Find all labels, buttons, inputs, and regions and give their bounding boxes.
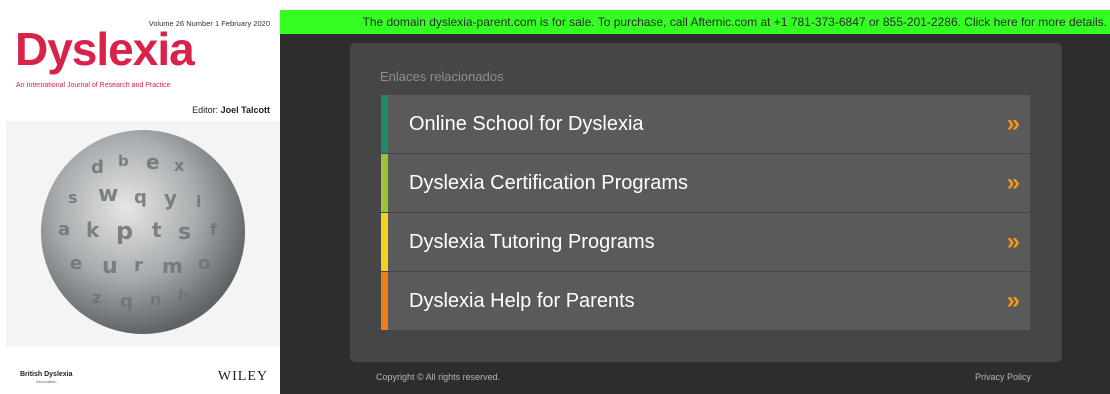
link-accent-bar [381,272,388,330]
svg-text:h: h [178,286,189,305]
related-link-tutoring[interactable]: Dyslexia Tutoring Programs » [381,213,1030,271]
related-link-label[interactable]: Dyslexia Help for Parents [409,272,635,330]
parked-domain-panel: Enlaces relacionados Online School for D… [280,34,1110,394]
related-link-label[interactable]: Dyslexia Certification Programs [409,154,688,212]
svg-text:b: b [118,152,129,170]
svg-text:d: d [91,157,104,178]
svg-text:m: m [162,254,183,278]
related-links-heading: Enlaces relacionados [380,69,504,84]
svg-text:n: n [150,290,161,309]
related-link-help-parents[interactable]: Dyslexia Help for Parents » [381,272,1030,330]
related-links-card: Enlaces relacionados Online School for D… [350,43,1062,362]
svg-text:q: q [120,291,133,312]
cover-footer: British Dyslexia Association WILEY [6,349,280,394]
svg-text:o: o [198,253,210,274]
cover-editor-name: Joel Talcott [220,105,270,115]
cover-subtitle: An International Journal of Research and… [16,82,171,89]
link-accent-bar [381,213,388,271]
cover-editor-label: Editor: [192,105,219,115]
svg-text:e: e [70,253,82,274]
svg-text:a: a [58,219,70,240]
svg-text:t: t [152,218,162,242]
svg-text:w: w [98,182,118,207]
letter-sphere-graphic: d b e x s w q y l a k p t s f e u r m o [41,130,245,334]
double-chevron-right-icon[interactable]: » [1007,95,1020,153]
cover-association-logo: British Dyslexia [20,371,73,378]
related-link-online-school[interactable]: Online School for Dyslexia » [381,95,1030,153]
svg-text:y: y [164,186,177,210]
svg-text:e: e [146,150,160,174]
cover-publisher-logo: WILEY [217,369,268,384]
double-chevron-right-icon[interactable]: » [1007,213,1020,271]
letter-sphere-image: d b e x s w q y l a k p t s f e u r m o [6,121,280,347]
double-chevron-right-icon[interactable]: » [1007,272,1020,330]
cover-editor: Editor: Joel Talcott [192,105,270,115]
svg-text:s: s [178,220,191,245]
svg-text:x: x [174,156,185,175]
svg-text:u: u [102,254,118,279]
cover-association-sub: Association [36,379,57,384]
privacy-policy-link[interactable]: Privacy Policy [975,372,1031,382]
cover-title: Dyslexia [15,23,195,75]
svg-text:r: r [134,255,143,276]
copyright-text: Copyright © All rights reserved. [376,372,501,382]
journal-cover: Volume 26 Number 1 February 2020 Dyslexi… [6,10,281,394]
svg-text:p: p [116,217,133,245]
double-chevron-right-icon[interactable]: » [1007,154,1020,212]
related-link-certification[interactable]: Dyslexia Certification Programs » [381,154,1030,212]
link-accent-bar [381,154,388,212]
domain-sale-text[interactable]: The domain dyslexia-parent.com is for sa… [363,15,1110,29]
svg-text:s: s [68,188,78,207]
svg-text:k: k [86,218,100,242]
domain-sale-banner[interactable]: The domain dyslexia-parent.com is for sa… [280,10,1110,34]
svg-text:z: z [92,288,101,307]
svg-text:q: q [134,187,147,208]
related-link-label[interactable]: Online School for Dyslexia [409,95,644,153]
related-links-list: Online School for Dyslexia » Dyslexia Ce… [381,95,1030,331]
svg-text:f: f [210,220,218,239]
link-accent-bar [381,95,388,153]
related-link-label[interactable]: Dyslexia Tutoring Programs [409,213,655,271]
svg-text:l: l [196,192,201,211]
